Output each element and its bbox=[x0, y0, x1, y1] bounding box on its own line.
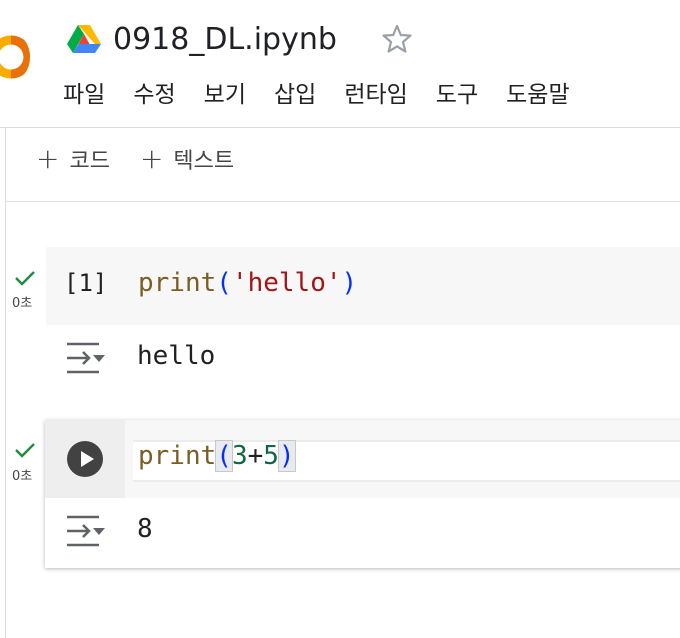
sidebar-divider bbox=[5, 128, 6, 638]
code-line[interactable]: print(3+5) bbox=[138, 440, 296, 472]
output-arrow-icon[interactable] bbox=[65, 341, 107, 375]
cell-runtime: 0초 bbox=[12, 469, 33, 484]
add-text-button[interactable]: + 텍스트 bbox=[140, 143, 234, 175]
cell-output: 8 bbox=[137, 514, 153, 544]
code-token-operator: + bbox=[247, 441, 264, 471]
notebook-title[interactable]: 0918_DL.ipynb bbox=[113, 20, 337, 60]
code-token-function: print bbox=[138, 268, 217, 298]
google-drive-icon[interactable] bbox=[67, 25, 101, 53]
cell-output: hello bbox=[137, 341, 216, 371]
menu-item-file[interactable]: 파일 bbox=[63, 78, 105, 112]
menu-item-view[interactable]: 보기 bbox=[204, 78, 246, 112]
star-icon[interactable] bbox=[381, 23, 413, 55]
code-token-bracket: ) bbox=[277, 440, 296, 472]
colab-logo-icon[interactable] bbox=[0, 33, 30, 81]
menu-item-tools[interactable]: 도구 bbox=[436, 78, 478, 112]
menu-item-runtime[interactable]: 런타임 bbox=[344, 78, 407, 112]
menu-item-edit[interactable]: 수정 bbox=[133, 78, 175, 112]
add-code-label: 코드 bbox=[69, 149, 110, 174]
plus-icon: + bbox=[139, 142, 164, 175]
cell-gutter bbox=[45, 420, 125, 498]
play-icon bbox=[81, 451, 94, 467]
menu-bar: 파일 수정 보기 삽입 런타임 도구 도움말 bbox=[63, 78, 598, 112]
notebook-toolbar: + 코드 + 텍스트 bbox=[36, 143, 264, 175]
output-arrow-icon[interactable] bbox=[65, 514, 107, 548]
header-divider bbox=[0, 127, 680, 128]
add-code-button[interactable]: + 코드 bbox=[36, 143, 110, 175]
toolbar-divider bbox=[5, 201, 680, 202]
code-token-number: 5 bbox=[263, 441, 279, 471]
code-editor[interactable]: print(3+5) bbox=[125, 420, 680, 498]
code-cell-2[interactable]: print(3+5) 8 bbox=[45, 420, 680, 568]
code-token-number: 3 bbox=[231, 441, 248, 471]
check-icon bbox=[14, 441, 36, 459]
code-editor[interactable]: print('hello') bbox=[138, 268, 357, 298]
code-token-bracket: ( bbox=[215, 440, 233, 472]
add-text-label: 텍스트 bbox=[173, 149, 235, 174]
code-cell-1[interactable]: [1] print('hello') bbox=[46, 247, 680, 325]
check-icon bbox=[14, 269, 36, 287]
code-token-function: print bbox=[138, 441, 217, 471]
menu-item-insert[interactable]: 삽입 bbox=[274, 78, 316, 112]
execution-count: [1] bbox=[64, 269, 108, 297]
code-token-bracket: ) bbox=[341, 268, 358, 298]
cell-runtime: 0초 bbox=[12, 296, 33, 311]
code-token-bracket: ( bbox=[216, 268, 232, 298]
run-cell-button[interactable] bbox=[67, 441, 103, 477]
menu-item-help[interactable]: 도움말 bbox=[506, 78, 569, 112]
code-token-string: 'hello' bbox=[231, 268, 342, 298]
plus-icon: + bbox=[36, 142, 60, 175]
